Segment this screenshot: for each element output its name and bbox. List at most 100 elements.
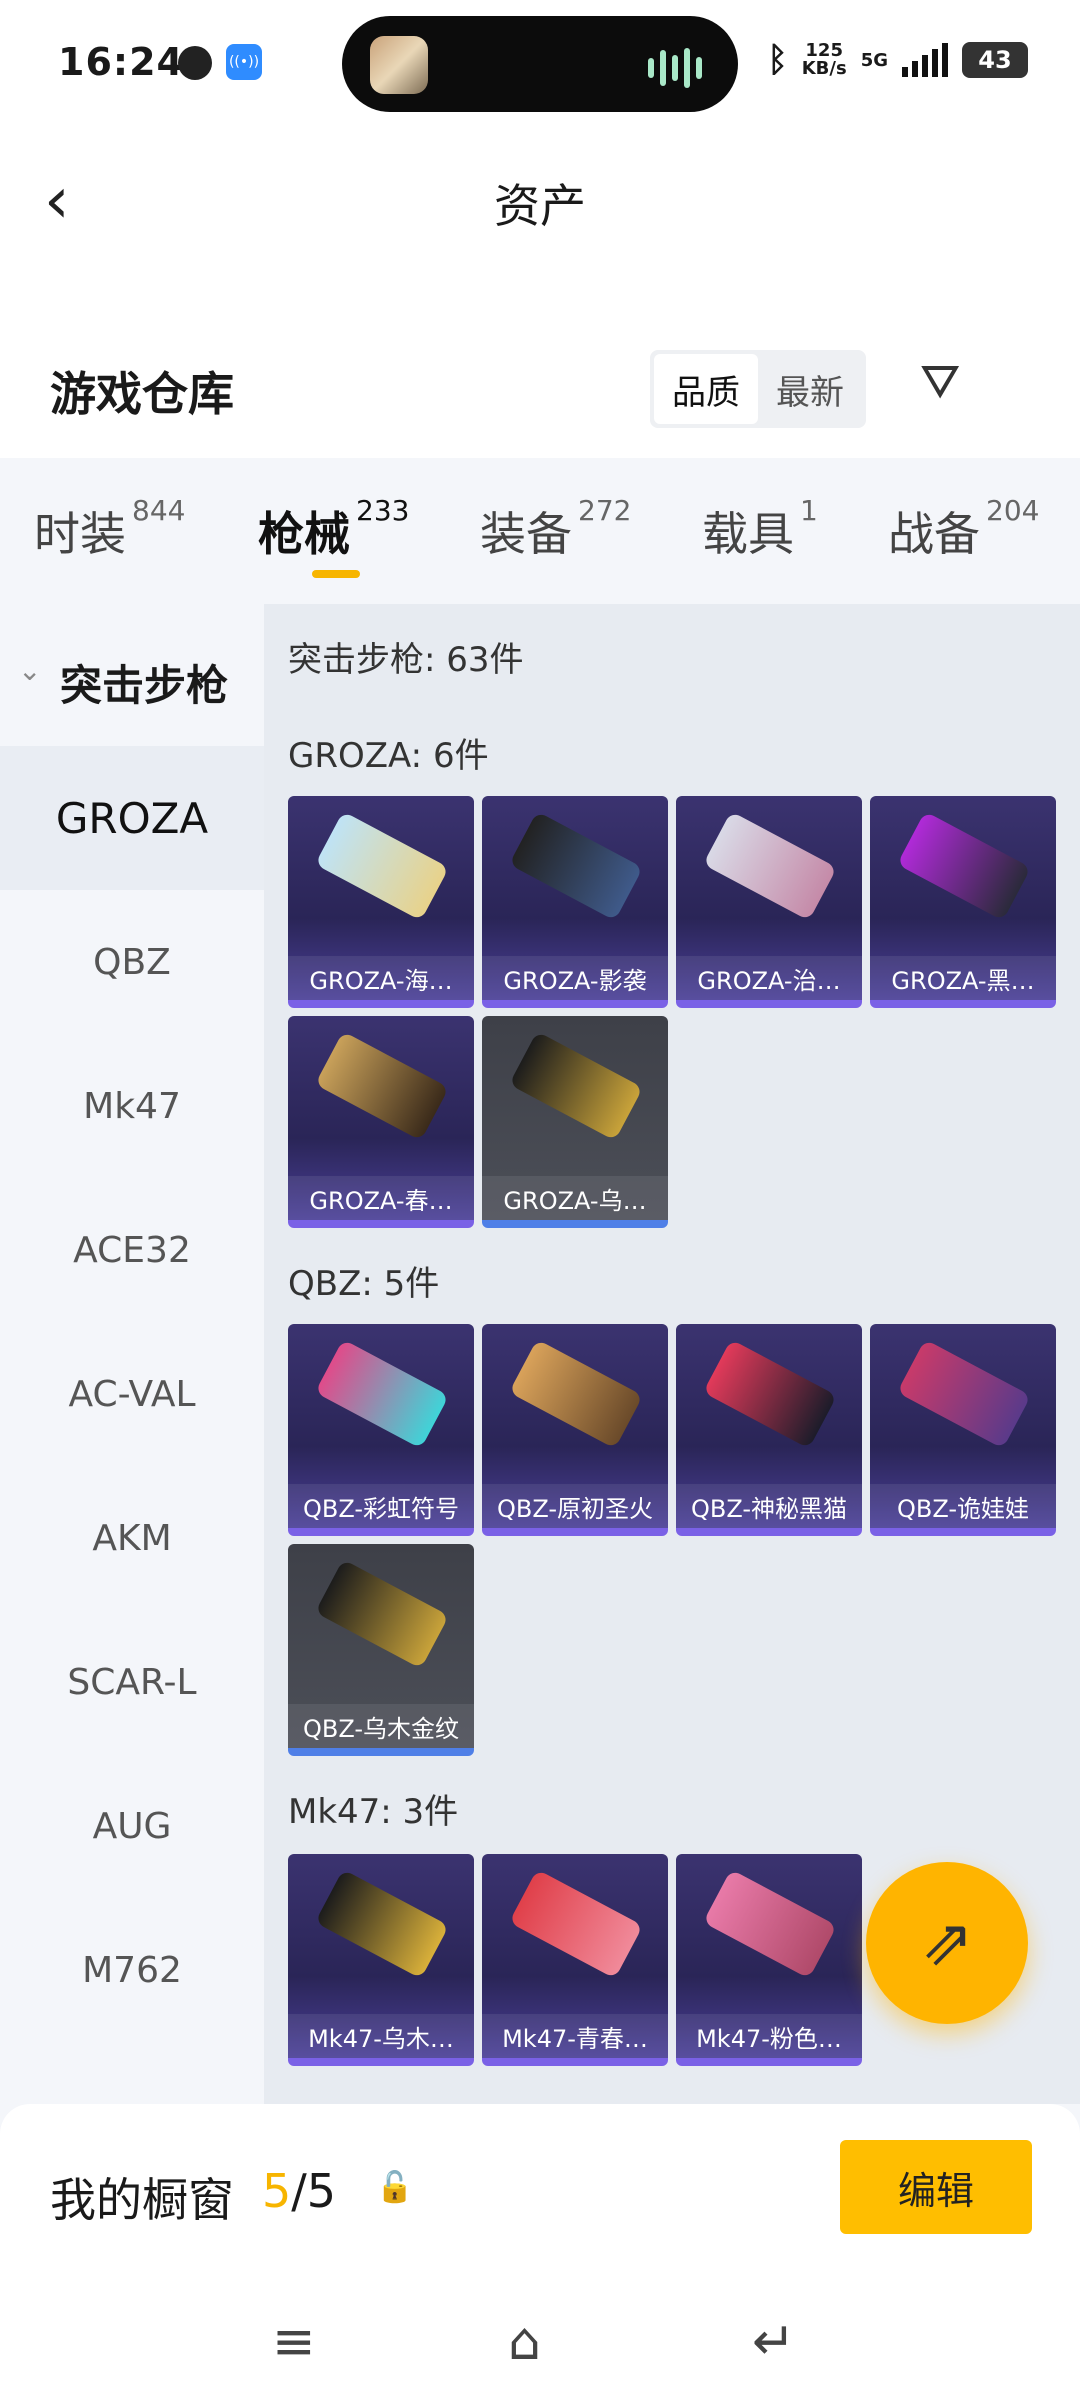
- system-nav-bar: ≡ ⌂ ↵: [0, 2294, 1080, 2400]
- weapon-card[interactable]: QBZ-乌木金纹: [288, 1544, 474, 1756]
- showcase-current: 5: [262, 2164, 292, 2218]
- group-title-qbz: QBZ: 5件: [288, 1264, 440, 1304]
- weapon-image: [702, 1339, 838, 1449]
- category-item-akm[interactable]: AKM: [0, 1466, 264, 1610]
- weapon-name: GROZA-黑…: [870, 956, 1056, 1000]
- category-item-scarl[interactable]: SCAR-L: [0, 1610, 264, 1754]
- bluetooth-icon: ᛒ: [767, 40, 788, 80]
- active-tab-indicator: [312, 570, 360, 578]
- tab-label: 时装: [34, 507, 126, 561]
- weapon-name: QBZ-乌木金纹: [288, 1704, 474, 1748]
- category-summary: 突击步枪: 63件: [288, 640, 524, 680]
- category-item-mk47[interactable]: Mk47: [0, 1034, 264, 1178]
- weapon-image: [314, 1869, 450, 1979]
- showcase-label: 我的橱窗: [50, 2173, 234, 2227]
- tab-count: 844: [132, 494, 186, 527]
- weapon-name: GROZA-乌…: [482, 1176, 668, 1220]
- sort-toggle: 品质 最新: [650, 350, 866, 428]
- weapon-image: [508, 1339, 644, 1449]
- filter-icon[interactable]: ⛛: [920, 354, 960, 411]
- tab-count: 233: [356, 494, 410, 527]
- weapon-card[interactable]: Mk47-乌木…: [288, 1854, 474, 2066]
- audio-wave-icon: [648, 48, 702, 88]
- weapon-name: Mk47-乌木…: [288, 2014, 474, 2058]
- weapon-name: GROZA-海…: [288, 956, 474, 1000]
- weapon-card[interactable]: GROZA-海…: [288, 796, 474, 1008]
- tab-equipment[interactable]: 装备 272: [480, 494, 631, 564]
- home-icon[interactable]: ⌂: [508, 2312, 541, 2372]
- weapon-card[interactable]: QBZ-神秘黑猫: [676, 1324, 862, 1536]
- category-item-ace32[interactable]: ACE32: [0, 1178, 264, 1322]
- edit-button[interactable]: 编辑: [840, 2140, 1032, 2234]
- weapon-card[interactable]: Mk47-粉色…: [676, 1854, 862, 2066]
- weapon-name: GROZA-春…: [288, 1176, 474, 1220]
- weapon-category-list: ⌄ 突击步枪 GROZA QBZ Mk47 ACE32 AC-VAL AKM S…: [0, 604, 264, 2104]
- status-time: 16:24: [58, 40, 184, 84]
- warehouse-bar: 游戏仓库 品质 最新 ⛛: [0, 330, 1080, 458]
- weapon-image: [702, 1869, 838, 1979]
- page-title: 资产: [494, 179, 586, 233]
- weapon-name: QBZ-彩虹符号: [288, 1484, 474, 1528]
- weapon-card[interactable]: QBZ-原初圣火: [482, 1324, 668, 1536]
- weapon-name: Mk47-青春…: [482, 2014, 668, 2058]
- weapon-image: [314, 1339, 450, 1449]
- signal-icon: [902, 43, 948, 77]
- weapon-image: [508, 811, 644, 921]
- battery-icon: 43: [962, 42, 1028, 78]
- tab-label: 枪械: [258, 507, 350, 561]
- weapon-card[interactable]: QBZ-诡娃娃: [870, 1324, 1056, 1536]
- category-item-acval[interactable]: AC-VAL: [0, 1322, 264, 1466]
- showcase-total: /5: [291, 2164, 337, 2218]
- weapon-card[interactable]: Mk47-青春…: [482, 1854, 668, 2066]
- network-speed: 125 KB/s: [802, 42, 847, 78]
- tab-label: 载具: [702, 507, 794, 561]
- weapon-card[interactable]: GROZA-治…: [676, 796, 862, 1008]
- category-item-groza[interactable]: GROZA: [0, 746, 264, 890]
- share-button[interactable]: ⇗: [866, 1862, 1028, 2024]
- chevron-down-icon: ⌄: [18, 654, 42, 687]
- weapon-image: [314, 1559, 450, 1669]
- weapon-image: [314, 1031, 450, 1141]
- showcase-count: 5/5: [262, 2164, 336, 2218]
- category-item-m762[interactable]: M762: [0, 1898, 264, 2042]
- weapon-name: QBZ-神秘黑猫: [676, 1484, 862, 1528]
- tab-fashion[interactable]: 时装 844: [34, 494, 185, 564]
- lock-icon: 🔓: [376, 2170, 414, 2205]
- weapon-name: GROZA-治…: [676, 956, 862, 1000]
- category-group-label: 突击步枪: [60, 661, 229, 710]
- tab-label: 战备: [888, 507, 980, 561]
- category-item-qbz[interactable]: QBZ: [0, 890, 264, 1034]
- tab-count: 1: [800, 494, 818, 527]
- tab-vehicles[interactable]: 载具 1: [702, 494, 818, 564]
- weapon-card[interactable]: GROZA-影袭: [482, 796, 668, 1008]
- category-tabs: 时装 844 枪械 233 装备 272 载具 1 战备 204: [0, 458, 1080, 604]
- status-indicators: ᛒ 125 KB/s 5G 43: [767, 40, 1028, 80]
- sort-latest[interactable]: 最新: [758, 354, 862, 424]
- weapon-image: [896, 811, 1032, 921]
- app-header: ‹ 资产: [0, 130, 1080, 330]
- weapon-name: QBZ-诡娃娃: [870, 1484, 1056, 1528]
- weapon-image: [702, 811, 838, 921]
- tab-guns[interactable]: 枪械 233: [258, 494, 409, 564]
- weapon-card[interactable]: GROZA-乌…: [482, 1016, 668, 1228]
- weapon-image: [896, 1339, 1032, 1449]
- category-item-aug[interactable]: AUG: [0, 1754, 264, 1898]
- weapon-image: [508, 1031, 644, 1141]
- sort-quality[interactable]: 品质: [654, 354, 758, 424]
- media-thumbnail: [370, 36, 428, 94]
- tab-count: 272: [578, 494, 632, 527]
- menu-icon[interactable]: ≡: [272, 2312, 316, 2372]
- category-group-header[interactable]: ⌄ 突击步枪: [0, 604, 264, 746]
- back-icon[interactable]: ↵: [752, 2312, 796, 2372]
- weapon-card[interactable]: QBZ-彩虹符号: [288, 1324, 474, 1536]
- weapon-name: Mk47-粉色…: [676, 2014, 862, 2058]
- tab-count: 204: [986, 494, 1040, 527]
- weapon-card[interactable]: GROZA-黑…: [870, 796, 1056, 1008]
- group-title-groza: GROZA: 6件: [288, 736, 489, 776]
- network-type: 5G: [860, 49, 888, 71]
- share-icon: ⇗: [920, 1906, 974, 1980]
- tab-label: 装备: [480, 507, 572, 561]
- weapon-card[interactable]: GROZA-春…: [288, 1016, 474, 1228]
- tab-supplies[interactable]: 战备 204: [888, 494, 1039, 564]
- dynamic-island[interactable]: [342, 16, 738, 112]
